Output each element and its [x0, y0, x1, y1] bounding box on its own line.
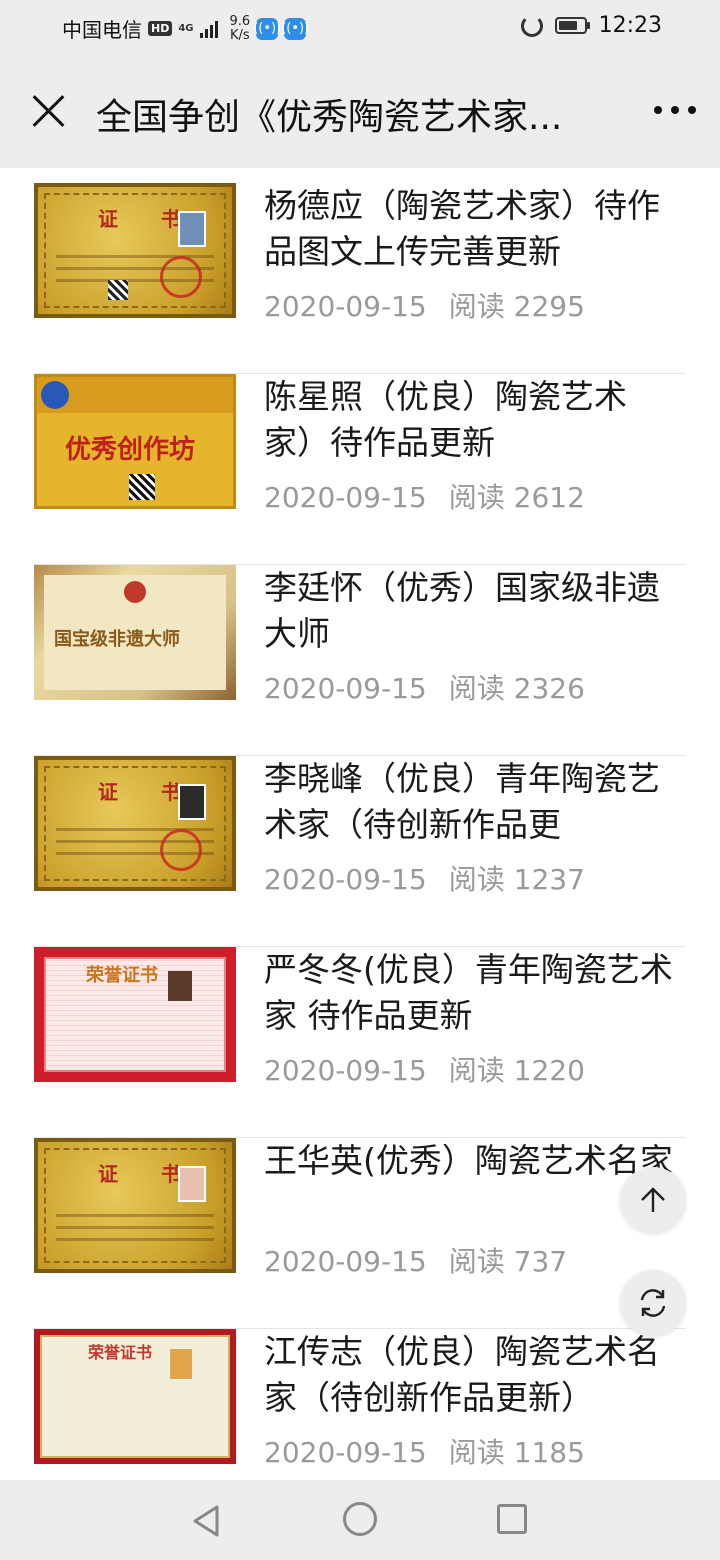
article-thumbnail[interactable]: 证 书 — [34, 183, 236, 318]
read-label: 阅读 — [448, 672, 505, 705]
scroll-top-button[interactable] — [620, 1167, 686, 1233]
certificate-image: 荣誉证书 — [34, 947, 236, 1082]
signal-icon — [199, 20, 218, 38]
page-title: 全国争创《优秀陶瓷艺术家... — [96, 97, 563, 138]
battery-level — [558, 21, 577, 30]
read-count: 1185 — [513, 1436, 585, 1469]
article-title[interactable]: 李晓峰（优良）青年陶瓷艺术家（待创新作品更 — [264, 756, 674, 848]
read-label: 阅读 — [448, 863, 505, 896]
wifi-hotspot-icon: ((•)) — [281, 17, 309, 40]
read-label: 阅读 — [448, 290, 505, 323]
read-count: 737 — [513, 1245, 568, 1278]
article-thumbnail[interactable]: 荣誉证书 — [34, 947, 236, 1082]
article-date: 2020-09-15 — [264, 1245, 427, 1278]
status-bar: 中国电信 HD 4G 9.6 K/s ((•)) ((•)) 12:23 — [0, 0, 720, 56]
article-title[interactable]: 严冬冬(优良）青年陶瓷艺术家 待作品更新 — [264, 947, 674, 1039]
battery-icon — [554, 17, 590, 34]
certificate-heading: 国宝级非遗大师 — [54, 629, 180, 650]
speed-value: 9.6 — [229, 13, 251, 29]
article-meta: 2020-09-15 阅读 2326 — [264, 667, 585, 707]
certificate-image: 荣誉证书 — [34, 1329, 236, 1464]
read-count: 2326 — [513, 672, 585, 705]
certificate-heading: 优秀创作坊 — [65, 435, 196, 465]
network-speed: 9.6 K/s — [229, 13, 251, 43]
article-meta: 2020-09-15 阅读 2612 — [264, 476, 585, 516]
carrier-name: 中国电信 — [62, 18, 142, 42]
square-recent-icon[interactable] — [497, 1504, 527, 1534]
article-list[interactable]: 证 书 杨德应（陶瓷艺术家）待作品图文上传完善更新 2020-09-15 阅读 2… — [0, 168, 720, 1480]
article-title[interactable]: 江传志（优良）陶瓷艺术名家（待创新作品更新） — [264, 1329, 674, 1421]
clock: 12:23 — [598, 13, 662, 38]
article-date: 2020-09-15 — [264, 1054, 427, 1087]
circle-home-icon[interactable] — [343, 1502, 377, 1536]
article-thumbnail[interactable]: 证 书 — [34, 1138, 236, 1273]
certificate-image: 证 书 — [34, 1138, 236, 1273]
refresh-button[interactable] — [620, 1270, 686, 1336]
article-title[interactable]: 李廷怀（优秀）国家级非遗大师 — [264, 565, 674, 657]
certificate-heading: 荣誉证书 — [86, 965, 158, 986]
read-label: 阅读 — [448, 481, 505, 514]
article-meta: 2020-09-15 阅读 1237 — [264, 858, 585, 898]
speed-unit: K/s — [230, 27, 250, 43]
list-item[interactable]: 证 书 王华英(优秀）陶瓷艺术名家 2020-09-15 阅读 737 — [34, 1138, 686, 1329]
list-item[interactable]: 国宝级非遗大师 李廷怀（优秀）国家级非遗大师 2020-09-15 阅读 2326 — [34, 565, 686, 756]
article-title[interactable]: 杨德应（陶瓷艺术家）待作品图文上传完善更新 — [264, 183, 674, 275]
article-date: 2020-09-15 — [264, 290, 427, 323]
title-bar: 全国争创《优秀陶瓷艺术家... — [0, 56, 720, 168]
article-title[interactable]: 王华英(优秀）陶瓷艺术名家 — [264, 1138, 674, 1184]
certificate-image: 证 书 — [34, 183, 236, 318]
read-label: 阅读 — [448, 1054, 505, 1087]
article-date: 2020-09-15 — [264, 481, 427, 514]
arrow-up-icon — [641, 1187, 665, 1212]
article-meta: 2020-09-15 阅读 1185 — [264, 1431, 585, 1471]
close-icon[interactable] — [28, 90, 68, 130]
article-date: 2020-09-15 — [264, 1436, 427, 1469]
certificate-image: 优秀创作坊 — [34, 374, 236, 509]
list-item[interactable]: 荣誉证书 江传志（优良）陶瓷艺术名家（待创新作品更新） 2020-09-15 阅读… — [34, 1329, 686, 1480]
wifi-hotspot-icon: ((•)) — [253, 17, 281, 40]
read-count: 2295 — [513, 290, 585, 323]
more-icon[interactable] — [654, 106, 696, 114]
refresh-icon — [640, 1289, 666, 1317]
read-count: 1237 — [513, 863, 585, 896]
hd-badge: HD — [148, 21, 173, 36]
article-date: 2020-09-15 — [264, 863, 427, 896]
list-item[interactable]: 优秀创作坊 陈星照（优良）陶瓷艺术家）待作品更新 2020-09-15 阅读 26… — [34, 374, 686, 565]
article-thumbnail[interactable]: 优秀创作坊 — [34, 374, 236, 509]
article-meta: 2020-09-15 阅读 737 — [264, 1240, 567, 1280]
data-saver-icon — [520, 14, 543, 37]
article-title[interactable]: 陈星照（优良）陶瓷艺术家）待作品更新 — [264, 374, 674, 466]
read-count: 2612 — [513, 481, 585, 514]
status-left: 中国电信 HD 4G 9.6 K/s ((•)) ((•)) — [62, 13, 309, 43]
certificate-image: 国宝级非遗大师 — [34, 565, 236, 700]
triangle-back-icon[interactable] — [191, 1504, 221, 1538]
article-meta: 2020-09-15 阅读 1220 — [264, 1049, 585, 1089]
status-right: 12:23 — [520, 13, 662, 38]
read-label: 阅读 — [448, 1436, 505, 1469]
article-thumbnail[interactable]: 国宝级非遗大师 — [34, 565, 236, 700]
list-item[interactable]: 荣誉证书 严冬冬(优良）青年陶瓷艺术家 待作品更新 2020-09-15 阅读 1… — [34, 947, 686, 1138]
read-count: 1220 — [513, 1054, 585, 1087]
list-item[interactable]: 证 书 杨德应（陶瓷艺术家）待作品图文上传完善更新 2020-09-15 阅读 2… — [34, 183, 686, 374]
navigation-bar — [0, 1480, 720, 1560]
list-item[interactable]: 证 书 李晓峰（优良）青年陶瓷艺术家（待创新作品更 2020-09-15 阅读 1… — [34, 756, 686, 947]
network-type: 4G — [178, 22, 194, 34]
certificate-image: 证 书 — [34, 756, 236, 891]
article-meta: 2020-09-15 阅读 2295 — [264, 285, 585, 325]
article-thumbnail[interactable]: 证 书 — [34, 756, 236, 891]
article-date: 2020-09-15 — [264, 672, 427, 705]
article-thumbnail[interactable]: 荣誉证书 — [34, 1329, 236, 1464]
certificate-heading: 荣誉证书 — [88, 1343, 153, 1362]
read-label: 阅读 — [448, 1245, 505, 1278]
